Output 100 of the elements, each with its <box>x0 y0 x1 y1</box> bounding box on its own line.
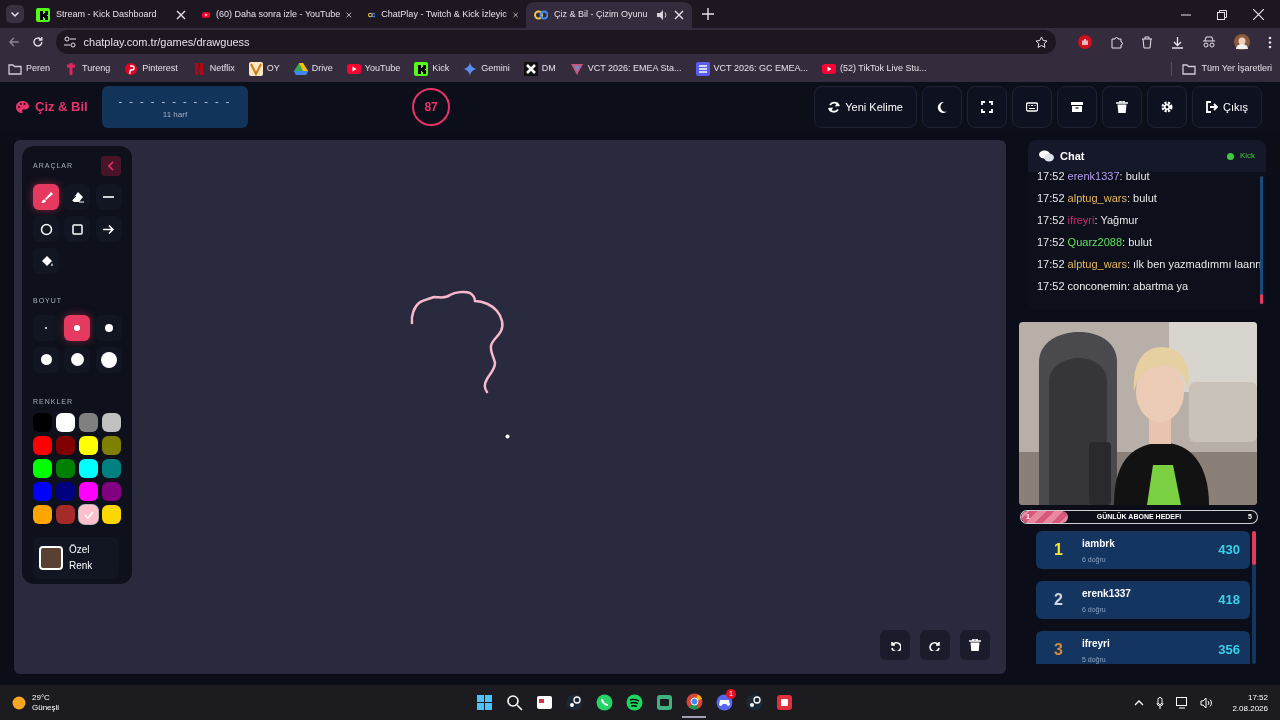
browser-icon <box>685 693 703 710</box>
incognito-icon[interactable] <box>1202 36 1216 48</box>
player-score: 418 <box>1218 591 1240 610</box>
bookmark[interactable]: Drive <box>293 62 333 76</box>
color-swatch[interactable] <box>33 459 52 478</box>
color-swatch[interactable] <box>33 505 52 524</box>
tool-button[interactable] <box>95 184 122 210</box>
bookmark[interactable]: (52) TikTok Live Stu... <box>821 62 927 76</box>
settings-button[interactable] <box>1146 86 1187 128</box>
folder-icon <box>1182 62 1197 76</box>
trash-icon[interactable] <box>1141 35 1153 49</box>
tool-button[interactable] <box>64 216 91 242</box>
star-icon[interactable] <box>1035 35 1048 49</box>
header-button[interactable]: Yeni Kelime <box>814 86 917 128</box>
bookmark[interactable]: Pinterest <box>124 62 178 76</box>
keyboard-button[interactable] <box>1011 86 1052 128</box>
close-icon[interactable] <box>1253 9 1264 20</box>
bookmark[interactable]: VCT 2026: EMEA Sta... <box>569 62 682 76</box>
chat-message: 17:52 conconemin: abartma ya <box>1037 279 1190 294</box>
brush-size-button[interactable] <box>64 314 91 341</box>
color-swatch[interactable] <box>33 482 52 501</box>
color-swatch[interactable] <box>56 436 75 455</box>
header-button[interactable]: Çıkış <box>1191 86 1262 128</box>
browser-tab[interactable]: ChatPlay - Twitch & Kick İzleyic <box>360 2 526 28</box>
color-swatch[interactable] <box>56 482 75 501</box>
puzzle-icon[interactable] <box>1110 35 1123 49</box>
reload-icon[interactable] <box>31 36 44 48</box>
color-swatch[interactable] <box>79 413 98 432</box>
scroll-thumb[interactable] <box>1252 531 1256 565</box>
avatar-icon[interactable] <box>1234 34 1250 50</box>
bookmark[interactable]: Peren <box>8 62 51 76</box>
bookmark[interactable]: OY <box>248 62 280 76</box>
back-icon[interactable] <box>8 36 20 48</box>
color-swatch[interactable] <box>79 505 98 524</box>
chat-message: 17:52 ifreyri: Yağmur <box>1037 213 1140 228</box>
address-bar[interactable]: chatplay.com.tr/games/drawguess <box>55 30 1056 54</box>
close-icon[interactable] <box>176 10 186 20</box>
color-swatch[interactable] <box>102 482 121 501</box>
scroll-thumb[interactable] <box>1260 294 1263 304</box>
microphone-icon[interactable] <box>1156 696 1165 709</box>
browser-tab[interactable]: Stream - Kick Dashboard <box>28 2 194 28</box>
redo-button[interactable] <box>920 630 950 660</box>
close-icon[interactable] <box>674 10 684 20</box>
moon-button[interactable] <box>921 86 962 128</box>
volume-icon[interactable] <box>1200 696 1213 709</box>
color-swatch[interactable] <box>102 436 121 455</box>
tool-button[interactable] <box>33 216 59 242</box>
bookmark[interactable]: Tüm Yer İşaretleri <box>1171 62 1272 76</box>
color-swatch[interactable] <box>56 413 75 432</box>
player-name: iambrk <box>1082 537 1116 552</box>
delete-button[interactable] <box>960 630 990 660</box>
more-icon[interactable] <box>1268 35 1272 49</box>
browser-tab[interactable]: Çiz & Bil - Çizim Oyunu <box>526 2 692 28</box>
network-icon[interactable] <box>1176 696 1189 709</box>
color-swatch[interactable] <box>102 459 121 478</box>
collapse-button[interactable] <box>101 156 121 176</box>
player-score: 356 <box>1218 641 1240 660</box>
color-swatch[interactable] <box>102 505 121 524</box>
undo-button[interactable] <box>880 630 910 660</box>
close-icon[interactable] <box>346 10 352 20</box>
browser-tab[interactable]: (60) Daha sonra izle - YouTube <box>194 2 360 28</box>
brush-size-button[interactable] <box>95 314 122 341</box>
hand-icon[interactable] <box>1078 35 1092 49</box>
custom-color-button[interactable]: Özel Renk <box>33 537 119 579</box>
color-swatch[interactable] <box>79 436 98 455</box>
bookmark[interactable]: Kick <box>414 62 450 76</box>
tab-list-button[interactable] <box>6 5 24 23</box>
color-swatch[interactable] <box>56 459 75 478</box>
tool-button[interactable] <box>33 184 59 210</box>
new-tab-icon[interactable] <box>702 8 714 20</box>
download-icon[interactable] <box>1171 35 1184 49</box>
tool-button[interactable] <box>33 248 59 274</box>
bookmark[interactable]: YouTube <box>346 62 401 76</box>
archive-button[interactable] <box>1056 86 1097 128</box>
bookmark[interactable]: Tureng <box>64 62 111 76</box>
bookmark[interactable]: Gemini <box>463 62 510 76</box>
color-swatch[interactable] <box>33 436 52 455</box>
color-swatch[interactable] <box>79 482 98 501</box>
chat-icon <box>1039 150 1054 162</box>
brush-size-button[interactable] <box>64 346 91 373</box>
restore-icon[interactable] <box>1217 9 1227 20</box>
bookmark[interactable]: DM <box>523 62 556 76</box>
chevron-up-icon[interactable] <box>1134 699 1145 706</box>
tool-button[interactable] <box>95 216 122 242</box>
bookmark[interactable]: VCT 2026: GC EMEA... <box>695 62 808 76</box>
bookmark[interactable]: Netflix <box>191 62 235 76</box>
chevron-left-icon <box>108 161 114 171</box>
brush-size-button[interactable] <box>33 346 59 373</box>
letter-k-icon <box>414 62 429 76</box>
color-swatch[interactable] <box>33 413 52 432</box>
brush-icon <box>39 190 53 204</box>
trash-button[interactable] <box>1101 86 1142 128</box>
undo-icon <box>889 639 901 651</box>
clock[interactable]: 17:52 2.08.2026 <box>1232 691 1268 714</box>
color-swatch[interactable] <box>79 459 98 478</box>
brush-size-button[interactable] <box>95 346 122 373</box>
color-swatch[interactable] <box>102 413 121 432</box>
expand-button[interactable] <box>966 86 1007 128</box>
tool-button[interactable] <box>64 184 91 210</box>
color-swatch[interactable] <box>56 505 75 524</box>
